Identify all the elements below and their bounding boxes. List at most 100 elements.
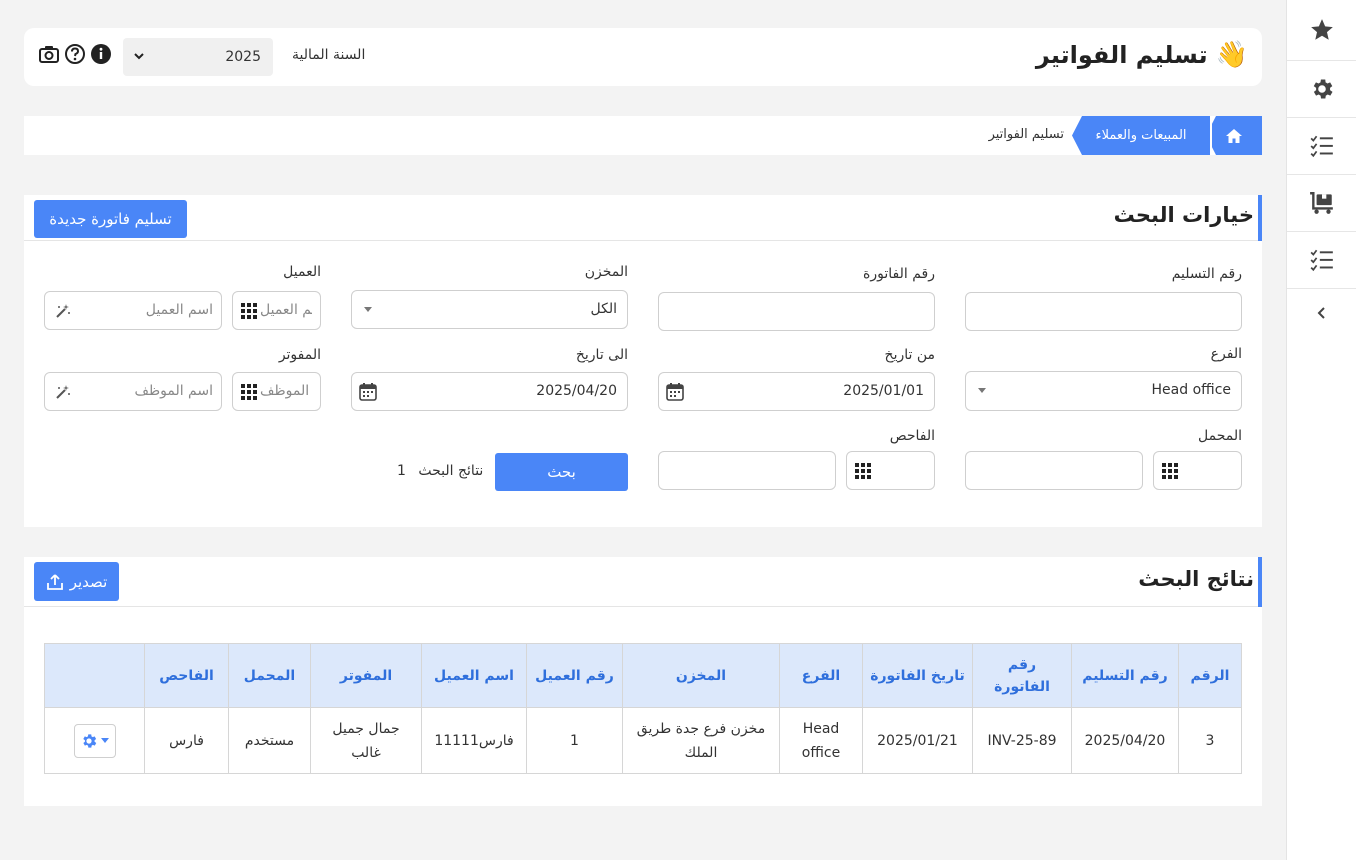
fiscal-year-value: 2025 — [225, 49, 261, 65]
to-date-input[interactable]: 2025/04/20 — [351, 372, 628, 411]
branch-select[interactable]: Head office — [965, 371, 1242, 411]
caret-down-icon — [978, 388, 986, 393]
sidebar-item-favorites[interactable] — [1287, 0, 1356, 61]
col-invoice-date[interactable]: تاريخ الفاتورة — [862, 643, 973, 708]
to-date-value: 2025/04/20 — [536, 383, 617, 399]
loader-code-input[interactable] — [1153, 451, 1242, 490]
employee-no-placeholder: رقم الموظف — [260, 383, 312, 399]
breadcrumb-home[interactable] — [1206, 116, 1262, 155]
branch-label: الفرع — [1210, 346, 1242, 362]
caret-down-icon — [101, 737, 109, 743]
delivery-no-label: رقم التسليم — [1171, 266, 1242, 282]
sidebar-item-settings[interactable] — [1287, 61, 1356, 118]
grid-icon[interactable] — [241, 384, 257, 400]
camera-icon[interactable] — [38, 43, 60, 65]
invoice-no-label: رقم الفاتورة — [863, 266, 935, 282]
search-card: خيارات البحث تسليم فاتورة جديدة رقم التس… — [24, 195, 1262, 527]
col-branch[interactable]: الفرع — [779, 643, 863, 708]
col-number[interactable]: الرقم — [1178, 643, 1242, 708]
new-delivery-button[interactable]: تسليم فاتورة جديدة — [34, 200, 187, 238]
col-invoice-no[interactable]: رقم الفاتورة — [972, 643, 1072, 708]
table-header-row: الرقم رقم التسليم رقم الفاتورة تاريخ الف… — [44, 643, 1242, 708]
grid-icon[interactable] — [855, 463, 871, 479]
loader-label: المحمل — [1198, 428, 1242, 444]
results-card-header: نتائج البحث تصدير — [24, 557, 1262, 607]
page-title: 👋 تسليم الفواتير — [1036, 40, 1248, 70]
info-icon[interactable] — [90, 43, 112, 65]
toolbar-icons — [38, 43, 112, 65]
cell-loader: مستخدم — [228, 707, 311, 774]
row-actions-dropdown[interactable] — [73, 723, 116, 758]
breadcrumb-current: تسليم الفواتير — [988, 127, 1064, 142]
search-card-header: خيارات البحث تسليم فاتورة جديدة — [24, 195, 1262, 241]
warehouse-value: الكل — [590, 301, 618, 317]
inspector-code-input[interactable] — [846, 451, 935, 490]
customer-no-input[interactable]: رقم العميل — [232, 291, 321, 330]
cell-invoice-no: INV-25-89 — [972, 707, 1072, 774]
customer-name-placeholder: اسم العميل — [145, 302, 213, 318]
col-customer-no[interactable]: رقم العميل — [526, 643, 623, 708]
fiscal-year-select[interactable]: 2025 — [123, 38, 273, 76]
col-invoicer[interactable]: المفوتر — [310, 643, 422, 708]
table-row[interactable]: 3 2025/04/20 INV-25-89 2025/01/21 Head o… — [44, 707, 1242, 774]
col-customer-name[interactable]: اسم العميل — [421, 643, 527, 708]
sidebar-collapse-toggle[interactable] — [1287, 289, 1356, 337]
grid-icon[interactable] — [241, 303, 257, 319]
delivery-no-input[interactable] — [965, 292, 1242, 331]
calendar-icon[interactable] — [358, 382, 378, 402]
cell-number: 3 — [1178, 707, 1242, 774]
checklist-icon — [1310, 249, 1333, 272]
customer-no-placeholder: رقم العميل — [260, 302, 312, 318]
results-card: نتائج البحث تصدير الرقم رقم التسليم رقم … — [24, 557, 1262, 806]
employee-no-input[interactable]: رقم الموظف — [232, 372, 321, 411]
col-warehouse[interactable]: المخزن — [622, 643, 780, 708]
sidebar-item-delivery[interactable] — [1287, 175, 1356, 232]
header-accent — [1258, 557, 1262, 607]
help-icon[interactable] — [64, 43, 86, 65]
search-card-title: خيارات البحث — [1113, 203, 1254, 227]
col-delivery-no[interactable]: رقم التسليم — [1071, 643, 1179, 708]
wave-icon: 👋 — [1215, 40, 1248, 70]
from-date-input[interactable]: 2025/01/01 — [658, 372, 935, 411]
gear-icon — [83, 733, 97, 748]
warehouse-select[interactable]: الكل — [351, 290, 628, 329]
from-date-value: 2025/01/01 — [843, 383, 924, 399]
calendar-icon[interactable] — [665, 382, 685, 402]
upload-icon — [46, 573, 63, 590]
star-icon — [1310, 19, 1333, 40]
search-button[interactable]: بحث — [495, 453, 628, 491]
breadcrumb: المبيعات والعملاء تسليم الفواتير — [24, 116, 1262, 155]
invoice-no-input[interactable] — [658, 292, 935, 331]
employee-name-input[interactable]: اسم الموظف — [44, 372, 222, 411]
customer-name-input[interactable]: اسم العميل — [44, 291, 222, 330]
export-button[interactable]: تصدير — [34, 562, 119, 601]
results-card-title: نتائج البحث — [1138, 567, 1254, 591]
col-loader[interactable]: المحمل — [228, 643, 311, 708]
to-date-label: الى تاريخ — [575, 347, 628, 363]
cell-delivery-no: 2025/04/20 — [1071, 707, 1179, 774]
cart-icon — [1309, 192, 1333, 214]
cell-invoicer: جمال جميل غالب — [310, 707, 422, 774]
header-accent — [1258, 195, 1262, 241]
cell-actions — [44, 707, 145, 774]
grid-icon[interactable] — [1162, 463, 1178, 479]
inspector-label: الفاحص — [889, 428, 935, 444]
sidebar-item-tasks[interactable] — [1287, 118, 1356, 175]
cell-inspector: فارس — [144, 707, 229, 774]
from-date-label: من تاريخ — [884, 347, 935, 363]
results-table: الرقم رقم التسليم رقم الفاتورة تاريخ الف… — [44, 643, 1242, 774]
magic-wand-icon[interactable] — [55, 384, 71, 400]
cell-customer-no: 1 — [526, 707, 623, 774]
export-button-label: تصدير — [69, 572, 108, 591]
warehouse-label: المخزن — [584, 264, 628, 280]
breadcrumb-sales[interactable]: المبيعات والعملاء — [1072, 116, 1212, 155]
magic-wand-icon[interactable] — [55, 303, 71, 319]
inspector-name-input[interactable] — [658, 451, 836, 490]
sidebar-item-checklist[interactable] — [1287, 232, 1356, 289]
col-inspector[interactable]: الفاحص — [144, 643, 229, 708]
customer-label: العميل — [283, 264, 321, 280]
loader-name-input[interactable] — [965, 451, 1143, 490]
cell-customer-name: فارس11111 — [421, 707, 527, 774]
home-icon — [1226, 128, 1242, 143]
caret-down-icon — [364, 307, 372, 312]
